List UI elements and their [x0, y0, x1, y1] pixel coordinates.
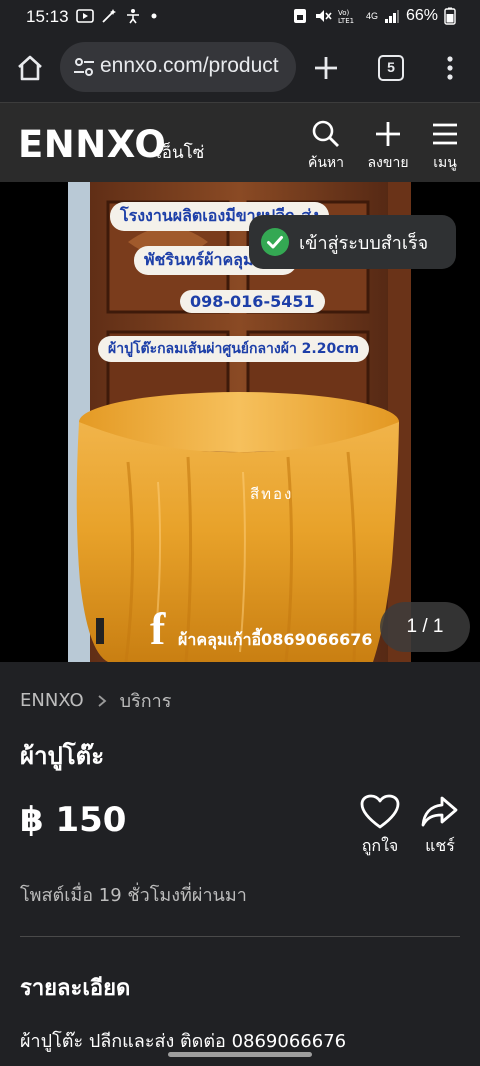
new-tab-icon[interactable]: [312, 54, 340, 82]
search-button[interactable]: ค้นหา: [298, 119, 354, 174]
like-label: ถูกใจ: [361, 836, 399, 855]
video-icon: [76, 9, 94, 23]
accessibility-icon: [127, 9, 139, 24]
post-button[interactable]: ลงขาย: [360, 119, 416, 174]
chevron-right-icon: [98, 694, 107, 707]
check-circle-icon: [261, 228, 289, 256]
product-details: ENNXO บริการ ผ้าปูโต๊ะ ฿ 150 ถูกใจ แชร์ …: [0, 662, 480, 1066]
network-type: 4G: [365, 10, 378, 21]
divider: [20, 936, 460, 937]
status-bar: 15:13 Vo) LTE1 4G 66%: [0, 0, 480, 34]
svg-text:Vo): Vo): [338, 9, 350, 17]
search-icon: [312, 120, 339, 147]
facebook-contact: ผ้าคลุมเก้าอี้0869066676: [178, 630, 373, 649]
svg-text:LTE1: LTE1: [338, 17, 354, 25]
status-right: Vo) LTE1 4G 66%: [292, 7, 456, 25]
hamburger-icon: [433, 123, 457, 145]
dot-icon: [151, 13, 157, 19]
sign-line-4: ผ้าปูโต๊ะกลมเส้นผ่าศูนย์กลางผ้า 2.20cm: [98, 336, 370, 362]
notification-icons: [76, 8, 166, 24]
details-text: ผ้าปูโต๊ะ ปลีกและส่ง ติดต่อ 0869066676: [20, 1031, 347, 1052]
battery-icon: [444, 7, 456, 25]
tab-switcher-button[interactable]: 5: [378, 55, 404, 81]
image-counter: 1 / 1: [380, 602, 470, 652]
facebook-icon: f: [150, 603, 166, 654]
search-label: ค้นหา: [307, 155, 345, 171]
login-success-toast: เข้าสู่ระบบสำเร็จ: [249, 215, 456, 269]
share-button[interactable]: แชร์: [415, 794, 465, 859]
menu-label: เมนู: [433, 155, 457, 171]
share-label: แชร์: [425, 836, 455, 855]
share-icon: [421, 796, 458, 827]
magic-wand-icon: [102, 9, 116, 23]
volte-icon: Vo)LTE1: [338, 9, 354, 25]
site-logo[interactable]: ENNXO: [18, 123, 166, 166]
product-price: ฿ 150: [20, 800, 127, 840]
toast-message: เข้าสู่ระบบสำเร็จ: [299, 232, 429, 254]
address-bar[interactable]: ennxo.com/product: [60, 42, 296, 92]
overflow-menu-icon[interactable]: [438, 54, 462, 82]
heart-icon: [360, 794, 400, 829]
like-button[interactable]: ถูกใจ: [355, 794, 405, 859]
photo-caption: สีทอง: [250, 485, 294, 503]
breadcrumb-root[interactable]: ENNXO: [20, 690, 84, 711]
browser-toolbar: ennxo.com/product 5: [0, 34, 480, 102]
site-header: ENNXO เอ็นโซ่ ค้นหา ลงขาย เมนู: [0, 102, 480, 182]
signal-icon: [384, 10, 399, 23]
site-logo-thai[interactable]: เอ็นโซ่: [156, 139, 204, 166]
url-text[interactable]: ennxo.com/product: [100, 54, 288, 78]
status-time: 15:13: [26, 7, 69, 26]
menu-button[interactable]: เมนู: [417, 119, 473, 174]
image-gallery[interactable]: โรงงานผลิตเองมีขายปลีก-ส่ง พัชรินทร์ผ้าค…: [0, 182, 480, 662]
battery-level: 66%: [405, 7, 438, 24]
home-icon[interactable]: [14, 52, 46, 84]
post-label: ลงขาย: [367, 155, 409, 171]
sim-lock-icon: [293, 9, 306, 23]
mute-icon: [315, 10, 332, 22]
home-indicator[interactable]: [168, 1052, 312, 1057]
product-title: ผ้าปูโต๊ะ: [20, 742, 105, 770]
details-heading: รายละเอียด: [20, 976, 131, 1001]
breadcrumb-category[interactable]: บริการ: [120, 686, 172, 715]
plus-icon: [376, 122, 400, 146]
posted-time: โพสต์เมื่อ 19 ชั่วโมงที่ผ่านมา: [20, 885, 247, 906]
site-settings-icon[interactable]: [72, 56, 96, 78]
breadcrumb: ENNXO บริการ: [20, 686, 171, 715]
sign-line-3: 098-016-5451: [180, 290, 325, 313]
